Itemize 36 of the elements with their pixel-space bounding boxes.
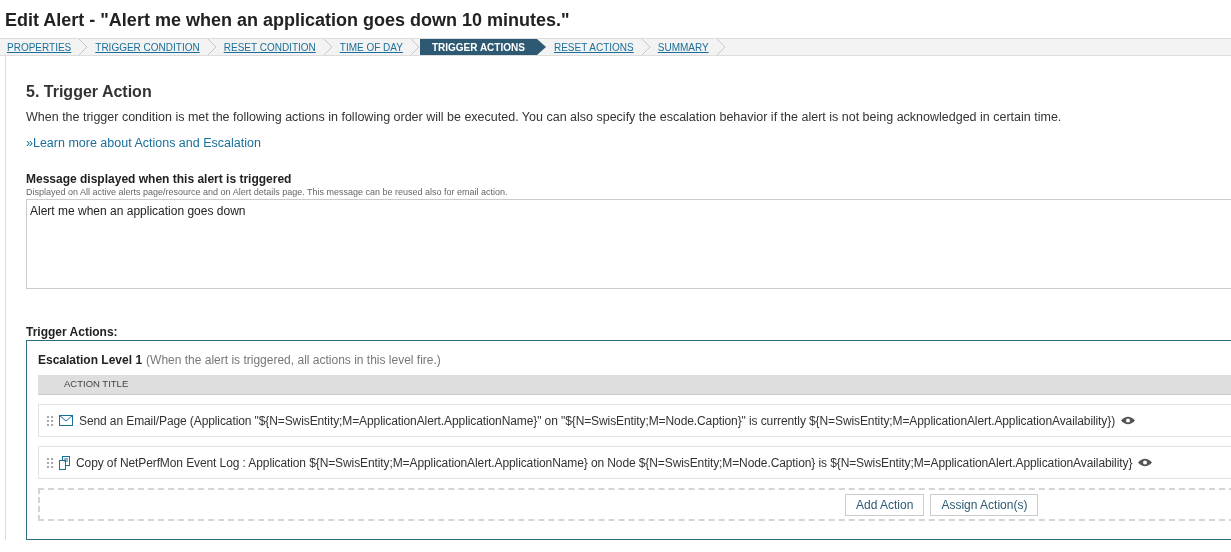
field-hint: Displayed on All active alerts page/resource and on Alert details page. This message can be reused also for email action. [26, 186, 509, 199]
step-chevron-icon [206, 39, 217, 55]
wizard-step[interactable]: RESET ACTIONS [546, 39, 641, 55]
action-row[interactable]: Copy of NetPerfMon Event Log : Application ${N=SwisEntity;M=ApplicationAlert.ApplicationName} on Node ${N=SwisEntity;M=Node.Caption} is ${N=SwisEntity;M=ApplicationAlert.ApplicationAvailability} [38, 446, 1231, 479]
trigger-actions-label: Trigger Actions: [26, 324, 119, 340]
section-title: 5. Trigger Action [26, 82, 153, 102]
escalation-title: Escalation Level 1 [38, 352, 143, 369]
action-title: Send an Email/Page (Application "${N=SwisEntity;M=ApplicationAlert.ApplicationName}" on "${N=SwisEntity;M=Node.Caption}" is currently ${N=SwisEntity;M=ApplicationAlert.ApplicationAvailability}) [79, 412, 1116, 430]
wizard-step[interactable]: SUMMARY [650, 39, 716, 55]
eye-icon[interactable] [1138, 458, 1153, 467]
wizard-step[interactable]: TIME OF DAY [332, 39, 410, 55]
action-button[interactable]: Add Action [845, 493, 925, 516]
drag-handle-icon [47, 415, 53, 426]
column-header: ACTION TITLE [64, 377, 129, 392]
step-chevron-icon [322, 39, 333, 55]
message-field[interactable]: Alert me when an application goes down [26, 199, 1231, 289]
action-row[interactable]: Send an Email/Page (Application "${N=SwisEntity;M=ApplicationAlert.ApplicationName}" on "${N=SwisEntity;M=Node.Caption}" is currently ${N=SwisEntity;M=ApplicationAlert.ApplicationAvailability}) [38, 404, 1231, 437]
envelope-icon [59, 415, 73, 426]
step-chevron-icon [536, 39, 547, 55]
wizard-step[interactable]: RESET CONDITION [216, 39, 323, 55]
step-chevron-icon [78, 39, 89, 55]
escalation-note: (When the alert is triggered, all actions in this level fire.) [146, 352, 441, 369]
wizard-step[interactable]: TRIGGER CONDITION [88, 39, 207, 55]
action-title: Copy of NetPerfMon Event Log : Application ${N=SwisEntity;M=ApplicationAlert.ApplicationName} on Node ${N=SwisEntity;M=Node.Caption} is ${N=SwisEntity;M=ApplicationAlert.ApplicationAvailability} [76, 454, 1133, 472]
page-title: Edit Alert - "Alert me when an application goes down 10 minutes." [4, 9, 571, 32]
learn-more-link[interactable]: »Learn more about Actions and Escalation [26, 134, 261, 153]
description: When the trigger condition is met the following actions in following order will be executed. You can also specify the escalation behavior if the alert is not being acknowledged in certain time. [26, 109, 1063, 126]
step-chevron-icon [715, 39, 726, 55]
step-chevron-icon [640, 39, 651, 55]
wizard-step[interactable]: PROPERTIES [0, 39, 79, 55]
action-button[interactable]: Assign Action(s) [930, 493, 1039, 516]
drag-handle-icon [47, 457, 53, 468]
step-chevron-icon [409, 39, 420, 55]
field-label: Message displayed when this alert is triggered [26, 171, 293, 186]
document-icon [59, 455, 70, 470]
eye-icon[interactable] [1121, 416, 1136, 425]
